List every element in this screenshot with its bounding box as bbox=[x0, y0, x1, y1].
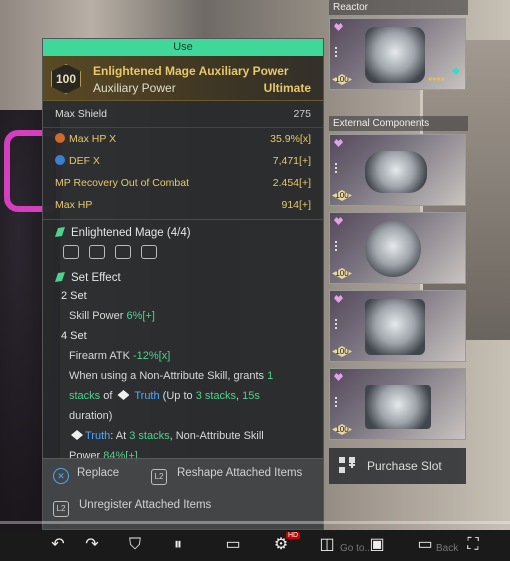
l2-button-icon: L2 bbox=[53, 501, 69, 517]
unregister-button[interactable]: L2 Unregister Attached Items bbox=[53, 499, 211, 517]
set-leaf-icon bbox=[55, 227, 65, 237]
sub-stat-value: 2.454[+] bbox=[272, 177, 311, 189]
sub-stat-row: MP Recovery Out of Combat 2.454[+] bbox=[43, 172, 323, 194]
favorite-icon bbox=[334, 139, 343, 147]
main-stat-label: Max Shield bbox=[55, 108, 107, 120]
slot-level: 100 bbox=[332, 268, 352, 279]
item-grade: Ultimate bbox=[263, 81, 311, 95]
sub-stat-value: 7,471[+] bbox=[272, 155, 311, 167]
reshape-button[interactable]: L2 Reshape Attached Items bbox=[151, 467, 302, 485]
sub-stat-value: 914[+] bbox=[281, 199, 312, 211]
sub-stat-row: Max HP 914[+] bbox=[43, 194, 323, 216]
set-piece-icon bbox=[89, 245, 105, 259]
shield-icon[interactable]: ⛉ bbox=[122, 534, 148, 556]
hp-icon bbox=[55, 133, 65, 143]
slot-level: 100 bbox=[332, 190, 352, 201]
sub-stat-label: Max HP X bbox=[69, 133, 117, 145]
fullscreen-icon[interactable]: ⛶ bbox=[462, 534, 484, 556]
reactor-item-icon bbox=[365, 27, 425, 83]
gem-icon bbox=[452, 67, 460, 75]
hd-badge: HD bbox=[286, 532, 301, 539]
set-effect-leaf-icon bbox=[55, 272, 65, 282]
item-detail-popup: Use 100 Enlightened Mage Auxiliary Power… bbox=[42, 38, 324, 530]
l2-button-icon: L2 bbox=[151, 469, 167, 485]
component-item-icon bbox=[365, 151, 427, 193]
reactor-slot[interactable]: 100 ●●●● bbox=[329, 18, 466, 90]
rarity-stars: ●●●● bbox=[428, 76, 445, 83]
x-button-icon: ✕ bbox=[53, 468, 69, 484]
external-components-label: External Components bbox=[329, 116, 468, 131]
component-item-icon bbox=[365, 385, 431, 429]
set4-effect-text: Firearm ATK -12%[x] When using a Non-Att… bbox=[69, 350, 274, 462]
rewind-icon[interactable]: ↶ bbox=[48, 534, 68, 556]
subtitles-icon[interactable]: ▭ bbox=[222, 534, 244, 556]
faint-text: Back bbox=[436, 543, 459, 554]
divider bbox=[43, 219, 323, 220]
sub-stat-row: DEF X 7,471[+] bbox=[43, 150, 323, 172]
reactor-label: Reactor bbox=[329, 0, 468, 15]
component-item-icon bbox=[365, 221, 421, 277]
item-type: Auxiliary Power bbox=[93, 81, 176, 95]
item-header: 100 Enlightened Mage Auxiliary Power Aux… bbox=[43, 56, 323, 101]
main-stat: Max Shield 275 bbox=[43, 101, 323, 128]
truth-icon bbox=[117, 390, 130, 400]
sub-stat-label: MP Recovery Out of Combat bbox=[55, 177, 190, 189]
favorite-icon bbox=[334, 295, 343, 303]
external-slot-3[interactable]: 100 bbox=[329, 290, 466, 362]
autoplay-toggle[interactable]: ⏸ bbox=[164, 534, 192, 556]
video-progress-bar[interactable] bbox=[0, 521, 510, 524]
miniplayer-icon[interactable]: ◫ bbox=[316, 534, 338, 556]
favorite-icon bbox=[334, 217, 343, 225]
def-icon bbox=[55, 155, 65, 165]
add-slot-icon bbox=[339, 457, 355, 473]
sub-stat-label: Max HP bbox=[55, 199, 93, 211]
set-piece-icon bbox=[63, 245, 79, 259]
level-badge: 100 bbox=[51, 64, 81, 94]
set2-effect: Skill Power 6%[+] bbox=[69, 310, 155, 322]
set2-title: 2 Set bbox=[61, 290, 87, 302]
item-name: Enlightened Mage Auxiliary Power bbox=[93, 64, 289, 78]
slot-level: 100 bbox=[332, 74, 352, 85]
external-slot-2[interactable]: 100 bbox=[329, 212, 466, 284]
sub-stat-label: DEF X bbox=[69, 155, 100, 167]
main-stat-value: 275 bbox=[293, 108, 311, 120]
component-item-icon bbox=[365, 299, 425, 355]
forward-icon[interactable]: ↷ bbox=[82, 534, 102, 556]
sub-stat-row: Max HP X 35.9%[x] bbox=[43, 128, 323, 150]
set-name: Enlightened Mage (4/4) bbox=[43, 223, 323, 243]
set-piece-icon bbox=[141, 245, 157, 259]
sub-stat-value: 35.9%[x] bbox=[270, 133, 311, 145]
set-piece-icon bbox=[115, 245, 131, 259]
favorite-icon bbox=[334, 373, 343, 381]
favorite-icon bbox=[334, 23, 343, 31]
theater-icon[interactable]: ▣ bbox=[366, 534, 388, 556]
purchase-slot-button[interactable]: Purchase Slot bbox=[329, 448, 466, 484]
replace-button[interactable]: ✕ Replace bbox=[53, 467, 119, 484]
truth-icon bbox=[71, 430, 83, 440]
slot-level: 100 bbox=[332, 346, 352, 357]
use-button[interactable]: Use bbox=[43, 39, 323, 56]
equipment-panel: Reactor 100 ●●●● External Components 100… bbox=[329, 0, 469, 500]
external-slot-1[interactable]: 100 bbox=[329, 134, 466, 206]
slot-level: 100 bbox=[332, 424, 352, 435]
set-pieces-icons bbox=[43, 243, 323, 268]
set4-title: 4 Set bbox=[61, 330, 87, 342]
external-slot-4[interactable]: 100 bbox=[329, 368, 466, 440]
set-effect-title: Set Effect bbox=[43, 268, 323, 288]
action-bar: ✕ Replace L2 Reshape Attached Items L2 Unre… bbox=[43, 458, 323, 529]
cast-icon[interactable]: ▭ bbox=[414, 534, 436, 556]
